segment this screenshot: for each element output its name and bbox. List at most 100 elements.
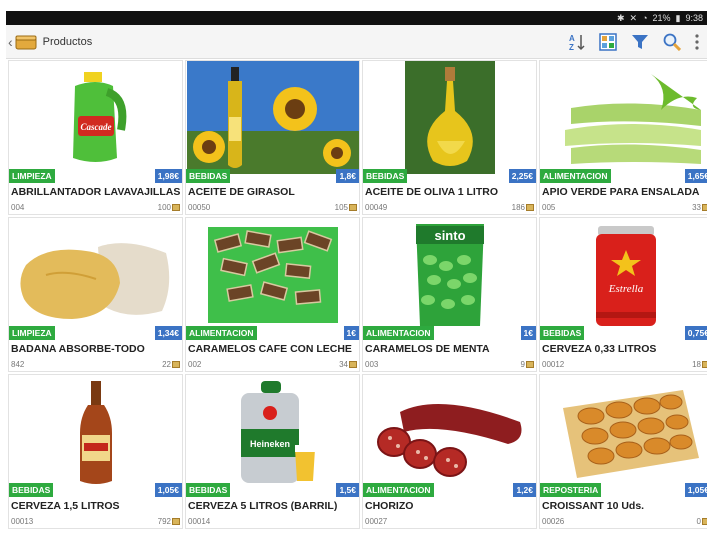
- stock-count: 186: [512, 203, 534, 212]
- price-badge: 1,65€: [684, 169, 707, 183]
- product-image: Estrella: [540, 218, 707, 331]
- product-card[interactable]: BEBIDAS 2,25€ ACEITE DE OLIVA 1 LITRO 00…: [362, 60, 537, 215]
- product-image: [9, 218, 182, 331]
- product-name: ACEITE DE GIRASOL: [188, 186, 295, 198]
- product-image: [186, 61, 359, 174]
- product-name: CROISSANT 10 Uds.: [542, 500, 645, 512]
- sort-az-icon[interactable]: A Z: [569, 33, 585, 51]
- product-name: CARAMELOS DE MENTA: [365, 343, 490, 355]
- product-card[interactable]: BEBIDAS 1,8€ ACEITE DE GIRASOL 00050 105: [185, 60, 360, 215]
- product-image: [540, 61, 707, 174]
- category-badge: LIMPIEZA: [9, 326, 55, 340]
- stock-count: 100: [158, 203, 180, 212]
- product-code: 842: [11, 360, 25, 369]
- bluetooth-icon: ✱: [616, 12, 625, 23]
- price-badge: 1,98€: [154, 169, 182, 183]
- product-card[interactable]: BEBIDAS 1,05€ CERVEZA 1,5 LITROS 00013 7…: [8, 374, 183, 529]
- stock-count: 18: [692, 360, 707, 369]
- overflow-menu-icon[interactable]: [695, 33, 699, 50]
- product-grid: Cascade LIMPIEZA 1,98€ ABRILLANTADOR LAV…: [8, 60, 707, 534]
- product-image: [186, 218, 359, 331]
- product-code: 00013: [11, 517, 34, 526]
- battery-icon: ▮: [675, 12, 681, 23]
- category-badge: ALIMENTACION: [363, 483, 434, 497]
- product-image: sinto: [363, 218, 536, 331]
- category-badge: ALIMENTACION: [186, 326, 257, 340]
- stock-box-icon: [702, 204, 707, 211]
- product-name: CERVEZA 5 LITROS (BARRIL): [188, 500, 338, 512]
- product-code: 005: [542, 203, 556, 212]
- product-name: CERVEZA 0,33 LITROS: [542, 343, 657, 355]
- product-image: [363, 375, 536, 488]
- svg-text:Estrella: Estrella: [608, 283, 644, 295]
- product-code: 00026: [542, 517, 565, 526]
- product-code: 00014: [188, 517, 211, 526]
- clock: 9:38: [685, 13, 703, 23]
- category-badge: ALIMENTACION: [540, 169, 611, 183]
- wifi-icon: ◔: [642, 13, 648, 23]
- battery-level: 21%: [652, 13, 671, 23]
- stock-box-icon: [172, 361, 180, 368]
- category-badge: REPOSTERIA: [540, 483, 602, 497]
- product-card[interactable]: ALIMENTACION 1,65€ APIO VERDE PARA ENSAL…: [539, 60, 707, 215]
- svg-text:A: A: [569, 34, 575, 43]
- stock-count: 792: [158, 517, 180, 526]
- product-name: CHORIZO: [365, 500, 414, 512]
- stock-box-icon: [702, 518, 707, 525]
- product-code: 00049: [365, 203, 388, 212]
- price-badge: 0,75€: [684, 326, 707, 340]
- product-image: [540, 375, 707, 488]
- svg-text:sinto: sinto: [434, 228, 465, 243]
- svg-text:Cascade: Cascade: [80, 122, 111, 132]
- product-card[interactable]: ALIMENTACION 1€ CARAMELOS CAFE CON LECHE…: [185, 217, 360, 372]
- stock-box-icon: [349, 204, 357, 211]
- mute-icon: ✕: [629, 12, 638, 23]
- back-icon[interactable]: ‹: [8, 34, 13, 50]
- category-badge: LIMPIEZA: [9, 169, 55, 183]
- category-badge: ALIMENTACION: [363, 326, 434, 340]
- svg-text:Z: Z: [569, 43, 574, 51]
- price-badge: 2,25€: [508, 169, 536, 183]
- category-badge: BEBIDAS: [540, 326, 585, 340]
- product-card[interactable]: LIMPIEZA 1,34€ BADANA ABSORBE-TODO 842 2…: [8, 217, 183, 372]
- product-code: 003: [365, 360, 379, 369]
- price-badge: 1,05€: [684, 483, 707, 497]
- product-code: 00027: [365, 517, 388, 526]
- product-card[interactable]: ALIMENTACION 1,2€ CHORIZO 00027: [362, 374, 537, 529]
- app-bar: ‹ Productos A Z: [6, 25, 707, 59]
- price-badge: 1,5€: [336, 483, 359, 497]
- product-image: Cascade: [9, 61, 182, 174]
- stock-box-icon: [526, 204, 534, 211]
- product-image: [363, 61, 536, 174]
- product-card[interactable]: REPOSTERIA 1,05€ CROISSANT 10 Uds. 00026…: [539, 374, 707, 529]
- stock-count: 0: [697, 517, 707, 526]
- grid-view-icon[interactable]: [599, 32, 617, 51]
- product-name: ACEITE DE OLIVA 1 LITRO: [365, 186, 499, 198]
- category-badge: BEBIDAS: [186, 169, 231, 183]
- filter-icon[interactable]: [631, 33, 649, 51]
- stock-count: 33: [692, 203, 707, 212]
- product-name: BADANA ABSORBE-TODO: [11, 343, 145, 355]
- stock-count: 34: [339, 360, 357, 369]
- product-name: CARAMELOS CAFE CON LECHE: [188, 343, 352, 355]
- product-card[interactable]: Heineken BEBIDAS 1,5€ CERVEZA 5 LITROS (…: [185, 374, 360, 529]
- product-image: Heineken: [186, 375, 359, 488]
- stock-count: 105: [335, 203, 357, 212]
- product-card[interactable]: sinto ALIMENTACION 1€ CARAMELOS DE MENTA…: [362, 217, 537, 372]
- product-card[interactable]: Estrella BEBIDAS 0,75€ CERVEZA 0,33 LITR…: [539, 217, 707, 372]
- search-icon[interactable]: [663, 33, 681, 51]
- stock-box-icon: [172, 518, 180, 525]
- product-card[interactable]: Cascade LIMPIEZA 1,98€ ABRILLANTADOR LAV…: [8, 60, 183, 215]
- stock-count: 22: [162, 360, 180, 369]
- toolbar-actions: A Z: [569, 32, 707, 51]
- stock-box-icon: [349, 361, 357, 368]
- product-image: [9, 375, 182, 488]
- category-badge: BEBIDAS: [186, 483, 231, 497]
- product-code: 00012: [542, 360, 565, 369]
- stock-box-icon: [526, 361, 534, 368]
- price-badge: 1,05€: [154, 483, 182, 497]
- stock-box-icon: [172, 204, 180, 211]
- price-badge: 1€: [343, 326, 359, 340]
- category-badge: BEBIDAS: [363, 169, 408, 183]
- category-badge: BEBIDAS: [9, 483, 54, 497]
